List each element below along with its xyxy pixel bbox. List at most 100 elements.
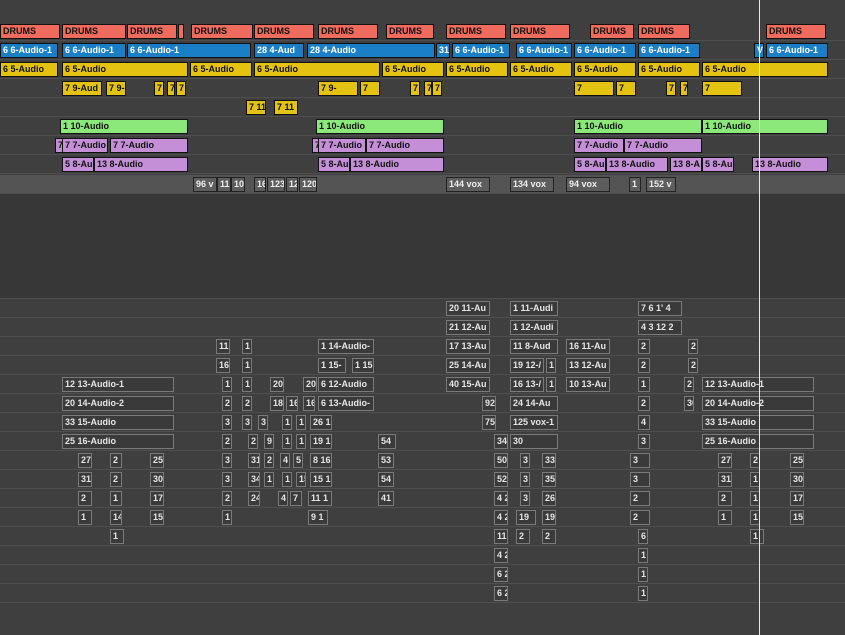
audio-clip[interactable]: 4 2 — [494, 510, 508, 525]
track-lane-r1[interactable]: 20 11-Au 1 11-Audi 7 6 1' 4 — [0, 299, 845, 318]
audio-clip[interactable]: 24 — [248, 491, 260, 506]
audio-clip[interactable]: 2 — [78, 491, 92, 506]
track-lane-audio-10[interactable]: 1 10-Audio 1 10-Audio 1 10-Audio 1 10-Audio — [0, 117, 845, 136]
audio-clip[interactable]: 1 — [282, 415, 292, 430]
audio-clip[interactable]: 17 — [790, 491, 804, 506]
audio-clip[interactable]: 13 12-Au — [566, 358, 610, 373]
audio-clip[interactable]: 25 — [790, 453, 804, 468]
audio-clip[interactable]: 7 9-Aud — [176, 81, 186, 96]
audio-clip[interactable]: 8 16 — [310, 453, 332, 468]
track-lane-audio-9[interactable]: 7 9-Aud7 9-777 9-Aud7 9-777 9-Aud7 9-777… — [0, 79, 845, 98]
audio-clip[interactable]: 7 7-Audio — [62, 138, 108, 153]
audio-clip[interactable]: 6 5-Audio — [574, 62, 636, 77]
audio-clip[interactable]: 7 7-Audio — [624, 138, 702, 153]
audio-clip[interactable]: 3 — [222, 453, 232, 468]
audio-clip[interactable]: DRUMS — [191, 24, 253, 39]
audio-clip[interactable]: 6 6-Audio-1 — [452, 43, 510, 58]
audio-clip[interactable]: 6 6-Audio-1 — [0, 43, 58, 58]
audio-clip[interactable]: 33 — [542, 453, 556, 468]
audio-clip[interactable]: 7 — [290, 491, 302, 506]
audio-clip[interactable]: 1 — [750, 529, 764, 544]
audio-clip[interactable]: 75 — [482, 415, 496, 430]
audio-clip[interactable]: 20 14-Audio-2 — [702, 396, 814, 411]
audio-clip[interactable]: 18 — [270, 396, 284, 411]
audio-clip[interactable]: 30 — [790, 472, 804, 487]
audio-clip[interactable]: 28 4-Aud — [254, 43, 304, 58]
audio-clip[interactable]: 31 — [436, 43, 450, 58]
track-lane-r7[interactable]: 33 15-Audio 3 3 3 1 1 26 1 75 125 vox-1 4 33 15-Au… — [0, 413, 845, 432]
audio-clip[interactable]: 1 10-Audio — [316, 119, 444, 134]
audio-clip[interactable]: 2 — [542, 529, 556, 544]
audio-clip[interactable]: 6 13-Audio- — [318, 396, 374, 411]
audio-clip[interactable]: 26 — [542, 491, 556, 506]
audio-clip[interactable]: 6 5-Audio — [638, 62, 700, 77]
audio-clip[interactable]: 152 v — [646, 177, 676, 192]
audio-clip[interactable]: 3 — [520, 491, 530, 506]
audio-clip[interactable]: 6 6-Audio-1 — [766, 43, 828, 58]
audio-clip[interactable]: 7 9-Aud — [424, 81, 432, 96]
audio-clip[interactable]: 9 1 — [308, 510, 328, 525]
audio-clip[interactable]: DRUMS — [590, 24, 634, 39]
audio-clip[interactable]: 6 6-Audio-1 — [574, 43, 636, 58]
audio-clip[interactable]: 12 — [286, 177, 298, 192]
audio-clip[interactable]: 3 — [222, 415, 232, 430]
audio-clip[interactable]: 6 5-Audio — [62, 62, 188, 77]
audio-clip[interactable]: 13 8-A — [670, 157, 702, 172]
track-lane-r14[interactable]: 4 2 1 — [0, 546, 845, 565]
audio-clip[interactable]: 19 12-/ — [510, 358, 544, 373]
audio-clip[interactable]: 40 15-Au — [446, 377, 490, 392]
track-lane-r4[interactable]: 16 1 1 15- 1 15 25 14-Au 19 12-/1 13 12-Au 2 2 — [0, 356, 845, 375]
audio-clip[interactable]: 15 — [296, 472, 306, 487]
audio-clip[interactable]: 7 — [410, 81, 420, 96]
audio-clip[interactable]: 3 — [638, 434, 650, 449]
audio-clip[interactable]: 28 4-Audio — [307, 43, 435, 58]
audio-clip[interactable]: 13 8-Audio — [606, 157, 668, 172]
track-lane-vox[interactable]: 96 v11:10 1612312120 144 vox 134 vox 94 vox 1… — [0, 175, 845, 194]
audio-clip[interactable]: 2 — [222, 434, 232, 449]
audio-clip[interactable]: 7 9- — [432, 81, 442, 96]
audio-clip[interactable]: 1 — [296, 434, 306, 449]
audio-clip[interactable]: 13 8-Audio — [94, 157, 188, 172]
audio-clip[interactable]: 1 10-Audio — [574, 119, 702, 134]
audio-clip[interactable]: 3 — [242, 415, 252, 430]
audio-clip[interactable]: 4 — [280, 453, 290, 468]
audio-clip[interactable]: 11 — [494, 529, 508, 544]
track-lane-audio-5[interactable]: 6 5-Audio 6 5-Audio 6 5-Audio 6 5-Audio 6 5-… — [0, 60, 845, 79]
audio-clip[interactable]: 1 14-Audio- — [318, 339, 374, 354]
playhead[interactable] — [759, 0, 760, 635]
audio-clip[interactable]: DRUMS — [386, 24, 434, 39]
audio-clip[interactable]: 2 — [688, 358, 698, 373]
audio-clip[interactable]: 7 — [680, 81, 688, 96]
audio-clip[interactable]: 34 — [494, 434, 508, 449]
audio-clip[interactable]: 16 — [303, 396, 315, 411]
audio-clip[interactable]: 6 5-Audio — [382, 62, 444, 77]
audio-clip[interactable]: 31 — [78, 472, 92, 487]
audio-clip[interactable]: 20 — [303, 377, 317, 392]
audio-clip[interactable]: 1 — [264, 472, 274, 487]
audio-clip[interactable]: 2 — [638, 358, 650, 373]
audio-clip[interactable]: 5 — [293, 453, 303, 468]
audio-clip[interactable]: 16 — [254, 177, 266, 192]
audio-clip[interactable]: 134 vox — [510, 177, 554, 192]
audio-clip[interactable]: 6 12-Audio — [318, 377, 374, 392]
audio-clip[interactable]: 1 — [110, 529, 124, 544]
audio-clip[interactable]: 2 — [630, 510, 650, 525]
audio-clip[interactable]: 7 9- — [106, 81, 126, 96]
audio-clip[interactable]: 6 5-Audio — [702, 62, 828, 77]
track-lane-r5[interactable]: 12 13-Audio-1 1 1 20 20 6 12-Audio 40 15-Au 16 … — [0, 375, 845, 394]
track-lane-r10[interactable]: 31230334111515 15452335331130 — [0, 470, 845, 489]
audio-clip[interactable]: 5 8-Au — [62, 157, 94, 172]
audio-clip[interactable]: 33 15-Audio — [702, 415, 814, 430]
audio-clip[interactable]: 7 — [167, 81, 175, 96]
track-lane-r9[interactable]: 272253312458 165350333327225 — [0, 451, 845, 470]
audio-clip[interactable]: 35 — [542, 472, 556, 487]
track-lane-r8[interactable]: 25 16-Audio 2 2 9 1 1 19 1 54 34 30 3 25 16-Audio — [0, 432, 845, 451]
audio-clip[interactable]: 5 8-Au — [318, 157, 350, 172]
audio-clip[interactable]: DRUMS — [62, 24, 126, 39]
audio-clip[interactable]: 13 8-Audio — [752, 157, 828, 172]
audio-clip[interactable]: 7 — [154, 81, 164, 96]
audio-clip[interactable]: 7 11 — [274, 100, 298, 115]
track-lane-audio-7[interactable]: 77 7-Audio 7 7-Audio 7 7-Audio 7 7-Audio 7 7… — [0, 136, 845, 155]
audio-clip[interactable]: 20 14-Audio-2 — [62, 396, 174, 411]
audio-clip[interactable]: 6 6-Audio-1 — [638, 43, 700, 58]
